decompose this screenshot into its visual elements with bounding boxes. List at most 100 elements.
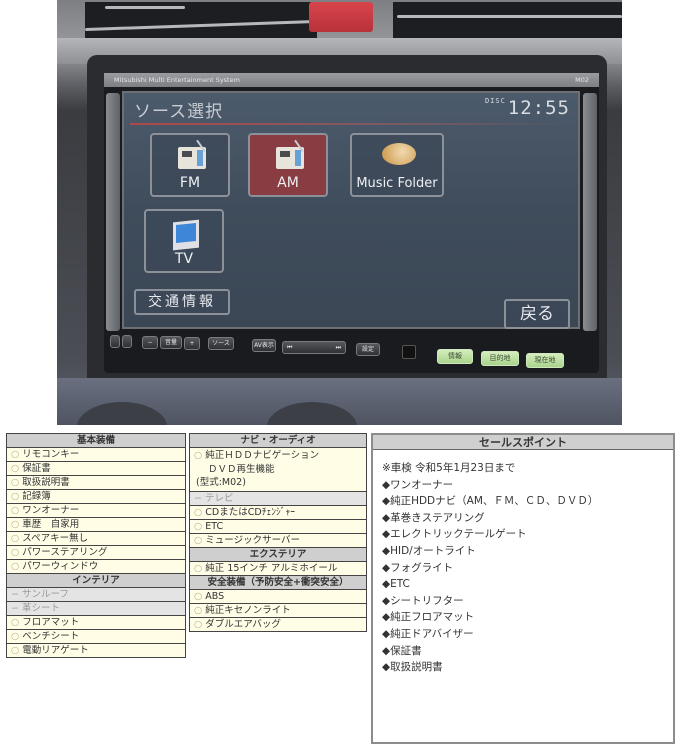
air-vent-left (85, 2, 317, 38)
traffic-info-button[interactable]: 交通情報 (134, 289, 230, 315)
source-music-folder-button[interactable]: Music Folder (350, 133, 444, 197)
sales-point-item: ◆純正ドアバイザー (382, 627, 474, 640)
equipment-label: ダブルエアバッグ (205, 618, 281, 630)
equipment-item: − 革シート (6, 601, 186, 616)
volume-up-button[interactable]: + (184, 337, 200, 350)
equipment-item: ○ 記録簿 (6, 489, 186, 504)
equipment-label: ミュージックサーバー (205, 534, 301, 546)
available-mark: ○ (11, 617, 20, 628)
equipment-label: ワンオーナー (22, 505, 80, 516)
equipment-item: ○ 純正 15インチ アルミホイール (189, 560, 367, 576)
sales-point-item: ※車検 令和5年1月23日まで (382, 462, 516, 474)
available-mark: ○ (194, 604, 203, 616)
equipment-item: ○ スペアキー無し (6, 531, 186, 546)
back-button[interactable]: 戻る (504, 299, 570, 329)
vent-slat (397, 15, 622, 18)
equipment-item: ○ パワーウィンドウ (6, 559, 186, 574)
equipment-label: ETC (205, 520, 224, 532)
available-mark: ○ (194, 618, 203, 630)
basic-equipment-table: 基本装備 ○ リモコンキー ○ 保証書 ○ 取扱説明書 ○ 記録簿 ○ ワンオーナー ○ 車… (6, 433, 186, 658)
sales-point-item: ◆シートリフター (382, 594, 464, 607)
equipment-item: ○ ワンオーナー (6, 503, 186, 518)
sales-points-panel: セールスポイント ※車検 令和5年1月23日まで ◆ワンオーナー ◆純正HDDナ… (371, 433, 675, 744)
equipment-label: 純正 15インチ アルミホイール (205, 562, 338, 574)
equipment-label: パワーステアリング (22, 547, 108, 558)
unit-model: M02 (575, 76, 589, 84)
sales-point-item: ◆ワンオーナー (382, 478, 454, 491)
available-mark: ○ (11, 491, 20, 502)
source-hw-button[interactable]: ソース (208, 337, 234, 350)
eject-button[interactable] (110, 335, 120, 348)
clock-source: DISC (484, 97, 506, 105)
unavailable-mark: − (11, 589, 19, 600)
unit-brand: Mitsubishi Multi Entertainment System (114, 76, 240, 84)
sales-point-item: ◆ETC (382, 578, 410, 591)
sales-point-item: ◆取扱説明書 (382, 661, 443, 674)
available-mark: ○ (194, 590, 203, 602)
brand-strip: Mitsubishi Multi Entertainment System M0… (104, 73, 599, 87)
safety-header: 安全装備（予防安全+衝突安全） (189, 574, 367, 590)
equipment-label: 純正キセノンライト (205, 604, 291, 616)
available-mark: ○ (11, 505, 20, 516)
clock-time: 12:55 (507, 97, 570, 119)
equipment-item: ○ 車歴 自家用 (6, 517, 186, 532)
sales-point-item: ◆純正HDDナビ（AM、ＦＭ、ＣＤ、ＤＶＤ） (382, 495, 599, 508)
equipment-label: 記録簿 (22, 491, 51, 502)
equipment-label: テレビ (204, 492, 234, 504)
source-label: FM (179, 175, 201, 191)
sensor-window (402, 345, 416, 359)
available-mark: ○ (11, 477, 20, 488)
available-mark: ○ (194, 534, 203, 546)
previous-track-icon[interactable]: ⏮ (287, 342, 292, 353)
unavailable-mark: − (194, 492, 202, 504)
equipment-label: ベンチシート (22, 631, 80, 642)
equipment-label: 取扱説明書 (22, 477, 70, 488)
volume-down-button[interactable]: − (142, 336, 158, 349)
equipment-label: フロアマット (22, 617, 80, 628)
available-mark: ○ (11, 645, 20, 656)
equipment-item: ○ パワーステアリング (6, 545, 186, 560)
hazard-button (309, 2, 373, 32)
av-display-button[interactable]: AV表示 (252, 339, 276, 352)
source-tv-button[interactable]: TV (144, 209, 224, 273)
equipment-item: ○ 電動リアゲート (6, 643, 186, 658)
vent-slat (105, 6, 185, 9)
equipment-item: ○ フロアマット (6, 615, 186, 630)
available-mark: ○ (11, 561, 20, 572)
equipment-label: 純正ＨＤＤナビゲーション (205, 450, 320, 461)
power-button[interactable] (122, 335, 132, 348)
music-folder-icon (382, 143, 416, 165)
next-track-icon[interactable]: ⏭ (336, 342, 341, 353)
settings-hw-button[interactable]: 設定 (356, 343, 380, 356)
available-mark: ○ (194, 562, 203, 574)
navigation-unit: Mitsubishi Multi Entertainment System M0… (104, 73, 599, 373)
sales-point-item: ◆エレクトリックテールゲート (382, 528, 527, 541)
available-mark: ○ (11, 631, 20, 642)
equipment-label: サンルーフ (21, 589, 69, 600)
sales-points-list: ※車検 令和5年1月23日まで ◆ワンオーナー ◆純正HDDナビ（AM、ＦＭ、Ｃ… (373, 450, 673, 676)
left-handle (106, 93, 120, 331)
destination-button[interactable]: 目的地 (481, 351, 519, 366)
exterior-header: エクステリア (189, 546, 367, 562)
clock: DISC 12:55 (485, 97, 570, 119)
sales-point-item: ◆保証書 (382, 644, 422, 657)
available-mark: ○ (11, 449, 20, 460)
air-vent-right (393, 2, 622, 38)
source-am-button[interactable]: AM (248, 133, 328, 197)
equipment-item: ○ ETC (189, 518, 367, 534)
current-location-button[interactable]: 現在地 (526, 353, 564, 368)
equipment-label: リモコンキー (22, 449, 80, 460)
info-button[interactable]: 情報 (437, 349, 473, 364)
source-label: AM (277, 175, 299, 191)
equipment-label: ABS (205, 590, 225, 602)
unavailable-mark: − (11, 603, 19, 614)
source-fm-button[interactable]: FM (150, 133, 230, 197)
source-label: Music Folder (356, 176, 438, 191)
sales-point-item: ◆HID/オートライト (382, 544, 476, 557)
car-navigation-photo: Mitsubishi Multi Entertainment System M0… (57, 0, 622, 425)
available-mark: ○ (11, 519, 20, 530)
interior-header: インテリア (6, 573, 186, 588)
equipment-sublabel: ＤＶＤ再生機能 (208, 463, 275, 475)
sales-point-item: ◆純正フロアマット (382, 611, 475, 624)
navi-audio-header: ナビ・オーディオ (189, 433, 367, 448)
